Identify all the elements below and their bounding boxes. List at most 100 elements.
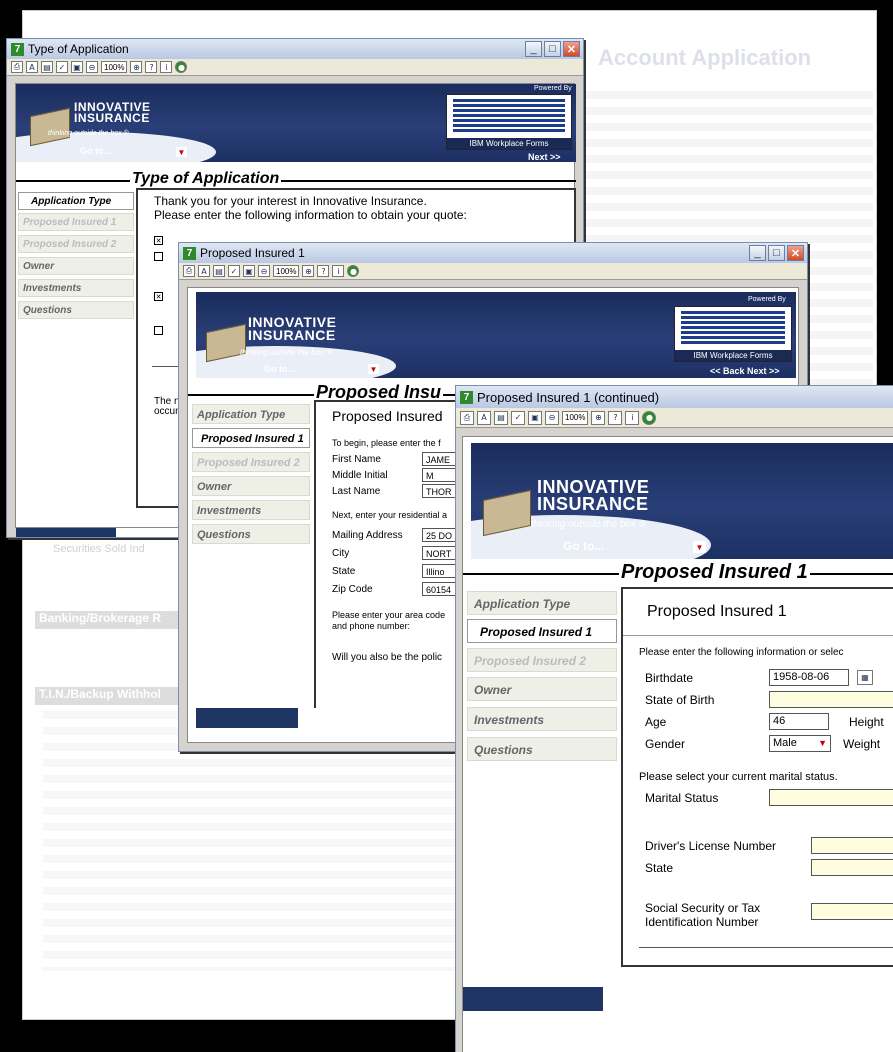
sidebar-item-questions[interactable]: Questions: [18, 301, 134, 319]
option-checkbox-1[interactable]: ✕: [154, 236, 163, 245]
sidebar-item-proposed-insured-1[interactable]: Proposed Insured 1: [192, 428, 310, 448]
sidebar-item-application-type[interactable]: Application Type: [467, 591, 617, 615]
drivers-license-field[interactable]: [811, 837, 893, 854]
print-icon[interactable]: ⎙: [183, 265, 195, 277]
sidebar-item-proposed-insured-1[interactable]: Proposed Insured 1: [18, 213, 134, 231]
sidebar-item-questions[interactable]: Questions: [192, 524, 310, 544]
window3-banner: INNOVATIVE INSURANCE thinking outside the…: [471, 443, 893, 559]
license-state-field[interactable]: [811, 859, 893, 876]
window3-panel-title: Proposed Insured 1: [647, 603, 787, 620]
info-icon[interactable]: i: [625, 410, 640, 425]
mailing-address-label: Mailing Address: [332, 530, 403, 541]
submit-icon[interactable]: ●: [642, 410, 657, 425]
maximize-button[interactable]: □: [768, 245, 785, 261]
font-icon[interactable]: A: [26, 61, 38, 73]
sidebar-item-owner[interactable]: Owner: [192, 476, 310, 496]
zoom-icon[interactable]: ⊖: [86, 61, 98, 73]
birthdate-field[interactable]: 1958-08-06: [769, 669, 849, 686]
sidebar-item-proposed-insured-2[interactable]: Proposed Insured 2: [192, 452, 310, 472]
ssn-field[interactable]: [811, 903, 893, 920]
spell-icon[interactable]: ✓: [511, 410, 525, 425]
background-section-banking: Banking/Brokerage R: [35, 611, 195, 629]
minimize-button[interactable]: _: [749, 245, 766, 261]
help-icon[interactable]: ?: [317, 265, 330, 277]
zoom-icon[interactable]: ⊖: [258, 265, 270, 277]
sidebar-item-application-type[interactable]: Application Type: [18, 192, 134, 210]
powered-by-label: Powered By: [534, 85, 572, 92]
window3-toolbar: ⎙ A ▤ ✓ ▣ ⊖ 100% ⊕ ? i ●: [456, 408, 893, 428]
sidebar-item-proposed-insured-2[interactable]: Proposed Insured 2: [18, 235, 134, 253]
print-icon[interactable]: ⎙: [460, 410, 474, 425]
drivers-license-label: Driver's License Number: [645, 839, 776, 853]
zoom-select[interactable]: 100%: [273, 265, 300, 277]
font-icon[interactable]: A: [477, 410, 491, 425]
sidebar-item-investments[interactable]: Investments: [467, 707, 617, 731]
sidebar-item-questions[interactable]: Questions: [467, 737, 617, 761]
panel-bottom-rule: [639, 947, 893, 948]
chevron-down-icon: ▼: [818, 738, 827, 748]
goto-dropdown[interactable]: ▼: [693, 541, 706, 553]
ssn-label-line-1: Social Security or Tax: [645, 901, 761, 915]
zoom-in-icon[interactable]: ⊕: [591, 410, 606, 425]
gender-label: Gender: [645, 737, 686, 751]
zip-code-label: Zip Code: [332, 584, 373, 595]
sidebar-item-owner[interactable]: Owner: [467, 677, 617, 701]
marital-status-field[interactable]: [769, 789, 893, 806]
brand-tagline: thinking outside the box ®: [240, 348, 333, 357]
goto-dropdown[interactable]: ▼: [176, 147, 187, 157]
window1-titlebar[interactable]: 7 Type of Application: [7, 39, 583, 59]
info-icon[interactable]: i: [160, 61, 173, 73]
age-field[interactable]: 46: [769, 713, 829, 730]
zoom-select[interactable]: 100%: [101, 61, 128, 73]
state-label: State: [332, 566, 356, 577]
save-icon[interactable]: ▣: [528, 410, 542, 425]
sidebar-item-owner[interactable]: Owner: [18, 257, 134, 275]
window1-next-link[interactable]: Next >>: [528, 152, 561, 162]
zoom-in-icon[interactable]: ⊕: [130, 61, 143, 73]
option-checkbox-3[interactable]: ✕: [154, 292, 163, 301]
form-icon[interactable]: ▤: [41, 61, 53, 73]
font-icon[interactable]: A: [198, 265, 210, 277]
close-button[interactable]: ✕: [787, 245, 804, 261]
window3-titlebar[interactable]: 7 Proposed Insured 1 (continued): [456, 386, 893, 408]
sidebar-item-proposed-insured-1[interactable]: Proposed Insured 1: [467, 619, 617, 643]
window2-back-next-nav[interactable]: << Back Next >>: [710, 366, 780, 376]
sidebar-item-application-type[interactable]: Application Type: [192, 404, 310, 424]
calendar-icon[interactable]: ▦: [857, 670, 873, 685]
brand-logo: INNOVATIVE INSURANCE: [248, 314, 337, 344]
print-icon[interactable]: ⎙: [11, 61, 23, 73]
submit-icon[interactable]: ●: [175, 61, 188, 73]
sidebar-item-investments[interactable]: Investments: [18, 279, 134, 297]
save-icon[interactable]: ▣: [71, 61, 83, 73]
window2-banner: INNOVATIVE INSURANCE thinking outside the…: [196, 292, 796, 378]
help-icon[interactable]: ?: [145, 61, 158, 73]
spell-icon[interactable]: ✓: [56, 61, 68, 73]
submit-icon[interactable]: ●: [347, 265, 360, 277]
help-icon[interactable]: ?: [608, 410, 623, 425]
state-of-birth-field[interactable]: [769, 691, 893, 708]
minimize-button[interactable]: _: [525, 41, 542, 57]
info-icon[interactable]: i: [332, 265, 345, 277]
close-button[interactable]: ✕: [563, 41, 580, 57]
instruction-text: Please enter the following information o…: [639, 647, 844, 658]
option-checkbox-2[interactable]: [154, 252, 163, 261]
window2-titlebar[interactable]: 7 Proposed Insured 1: [179, 243, 807, 263]
sidebar-item-investments[interactable]: Investments: [192, 500, 310, 520]
goto-dropdown[interactable]: ▼: [368, 364, 379, 374]
window3-footer: [463, 987, 893, 1011]
gender-select[interactable]: Male ▼: [769, 735, 831, 752]
spell-icon[interactable]: ✓: [228, 265, 240, 277]
background-footer-text: Securities Sold Ind: [53, 543, 145, 555]
window3-page-title: Proposed Insured 1: [619, 561, 810, 584]
zoom-select[interactable]: 100%: [562, 410, 589, 425]
zoom-in-icon[interactable]: ⊕: [302, 265, 315, 277]
form-icon[interactable]: ▤: [213, 265, 225, 277]
option-checkbox-4[interactable]: [154, 326, 163, 335]
maximize-button[interactable]: □: [544, 41, 561, 57]
marital-status-label: Marital Status: [645, 791, 719, 805]
save-icon[interactable]: ▣: [243, 265, 255, 277]
panel-title-rule: [623, 635, 893, 636]
sidebar-item-proposed-insured-2[interactable]: Proposed Insured 2: [467, 648, 617, 672]
form-icon[interactable]: ▤: [494, 410, 508, 425]
zoom-icon[interactable]: ⊖: [545, 410, 559, 425]
